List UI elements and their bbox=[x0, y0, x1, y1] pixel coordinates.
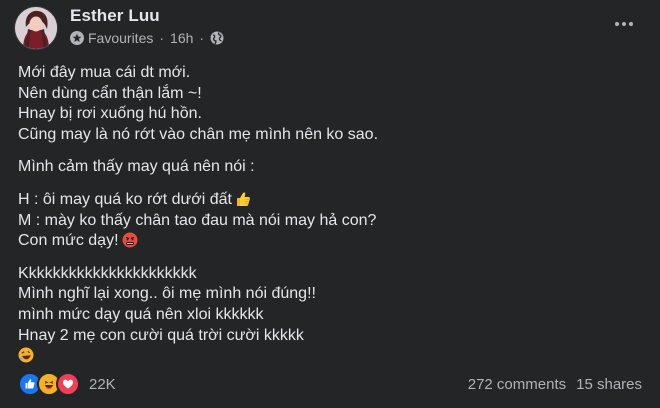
post-time[interactable]: 16h bbox=[170, 30, 193, 46]
text-line: Con mức dạy! bbox=[18, 232, 119, 250]
post-text: Mới đây mua cái dt mới. Nên dùng cẩn thậ… bbox=[18, 63, 638, 379]
text-line: Mình nghĩ lại xong.. ôi mẹ mình nói đúng… bbox=[18, 285, 316, 303]
reactions-summary[interactable]: 22K bbox=[18, 372, 116, 396]
thumbs-up-emoji-icon bbox=[235, 191, 251, 207]
author-name[interactable]: Esther Luu bbox=[70, 6, 160, 26]
author-avatar[interactable] bbox=[14, 6, 58, 50]
favourite-star-icon bbox=[70, 31, 84, 45]
meta-separator-2: · bbox=[199, 30, 205, 46]
more-options-button[interactable] bbox=[610, 10, 638, 38]
engagement-counts: 272 comments 15 shares bbox=[468, 376, 642, 393]
text-line: M : mày ko thấy chân tao đau mà nói may … bbox=[18, 211, 377, 229]
love-reaction-icon bbox=[56, 372, 80, 396]
text-line: Kkkkkkkkkkkkkkkkkkkkkk bbox=[18, 264, 197, 282]
text-line: mình mức dạy quá nên xloi kkkkkk bbox=[18, 305, 264, 323]
text-line: Mới đây mua cái dt mới. bbox=[18, 64, 191, 81]
post-meta: Favourites · 16h · bbox=[70, 30, 224, 46]
meta-separator: · bbox=[159, 30, 165, 46]
text-line: Mình cảm thấy may quá nên nói : bbox=[18, 158, 255, 176]
text-line: H : ôi may quá ko rớt dưới đất bbox=[18, 190, 232, 208]
more-dot-icon bbox=[622, 22, 626, 26]
reaction-count[interactable]: 22K bbox=[89, 376, 116, 393]
text-line-with-emoji: Con mức dạy! bbox=[18, 231, 638, 252]
text-line: Nên dùng cẩn thận lắm ~! bbox=[18, 84, 202, 102]
text-line-with-emoji: H : ôi may quá ko rớt dưới đất bbox=[18, 190, 638, 211]
comments-count-link[interactable]: 272 comments bbox=[468, 376, 566, 393]
audience-label[interactable]: Favourites bbox=[88, 30, 153, 46]
text-line: Hnay 2 mẹ con cười quá trời cười kkkkk bbox=[18, 326, 304, 344]
more-dot-icon bbox=[629, 22, 633, 26]
paragraph-2: Mình cảm thấy may quá nên nói : bbox=[18, 157, 638, 178]
emoji-line bbox=[18, 346, 638, 367]
shares-count-link[interactable]: 15 shares bbox=[576, 376, 642, 393]
paragraph-3: H : ôi may quá ko rớt dưới đất M : mày k… bbox=[18, 190, 638, 252]
rolling-laughing-emoji-icon bbox=[18, 347, 34, 363]
angry-cursing-emoji-icon bbox=[122, 232, 138, 248]
post-footer: 22K 272 comments 15 shares bbox=[18, 372, 642, 396]
text-line: Hnay bị rơi xuống hú hồn. bbox=[18, 105, 202, 123]
paragraph-4: Kkkkkkkkkkkkkkkkkkkkkk Mình nghĩ lại xon… bbox=[18, 264, 638, 367]
post-card: Esther Luu Favourites · 16h · Mới đây mu… bbox=[0, 0, 660, 408]
more-dot-icon bbox=[615, 22, 619, 26]
text-line: Cũng may là nó rớt vào chân mẹ mình nên … bbox=[18, 125, 379, 143]
globe-icon[interactable] bbox=[210, 31, 224, 45]
paragraph-1: Mới đây mua cái dt mới. Nên dùng cẩn thậ… bbox=[18, 63, 638, 145]
